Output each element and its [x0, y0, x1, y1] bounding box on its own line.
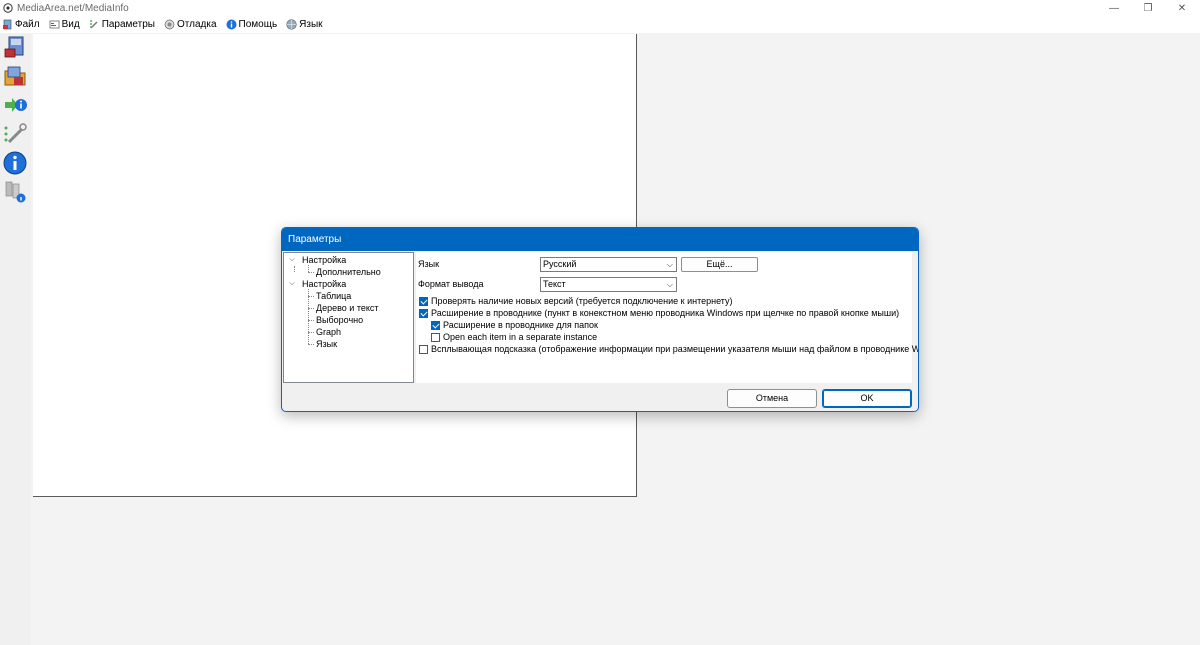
shell-extension-folders-checkbox[interactable]: Расширение в проводнике для папок — [431, 320, 598, 330]
menu-file-label: Файл — [15, 19, 40, 30]
menu-language-label: Язык — [299, 19, 323, 30]
checkbox-checked-icon — [431, 320, 440, 330]
tree-item-graph[interactable]: Graph — [316, 326, 341, 338]
cancel-button[interactable]: Отмена — [727, 389, 817, 408]
checkbox-label: Open each item in a separate instance — [443, 332, 598, 342]
tooltip-checkbox[interactable]: Всплывающая подсказка (отображение инфор… — [419, 344, 919, 354]
menu-help[interactable]: Помощь — [226, 19, 278, 30]
menu-help-label: Помощь — [238, 19, 278, 30]
checkbox-label: Расширение в проводнике для папок — [443, 320, 598, 330]
checkbox-unchecked-icon — [419, 344, 428, 354]
check-updates-checkbox[interactable]: Проверять наличие новых версий (требуетс… — [419, 296, 733, 306]
preferences-icon[interactable] — [3, 122, 27, 146]
menu-options[interactable]: Параметры — [89, 19, 155, 30]
language-select-value: Русский — [543, 259, 577, 269]
tree-item-language[interactable]: Язык — [316, 338, 337, 350]
chevron-down-icon: ⌵ — [666, 280, 673, 289]
tree-connector — [308, 308, 314, 309]
tree-connector — [308, 320, 314, 321]
open-folder-icon[interactable] — [3, 64, 27, 88]
language-select[interactable]: Русский ⌵ — [540, 257, 677, 272]
file-icon — [3, 19, 12, 30]
tree-connector — [308, 296, 314, 297]
tree-collapse-icon[interactable]: ⌵ — [288, 280, 296, 288]
open-file-icon[interactable] — [3, 35, 27, 59]
menu-bar: Файл Вид Параметры Отладка Помощь Язык — [0, 16, 1200, 33]
tree-connector — [308, 344, 314, 345]
menu-view-label: Вид — [61, 19, 80, 30]
output-format-select-value: Текст — [543, 279, 566, 289]
more-languages-button[interactable]: Ещё... — [681, 257, 758, 272]
menu-language[interactable]: Язык — [286, 19, 323, 30]
help-icon — [226, 19, 237, 30]
minimize-button[interactable]: — — [1098, 0, 1130, 16]
options-icon — [89, 20, 98, 29]
title-bar: MediaArea.net/MediaInfo — ❐ ✕ — [0, 0, 1200, 16]
tree-collapse-icon[interactable]: ⌵ — [288, 256, 296, 264]
menu-file[interactable]: Файл — [2, 19, 40, 30]
tree-item-table[interactable]: Таблица — [316, 290, 351, 302]
checkbox-unchecked-icon — [431, 332, 440, 342]
settings-panel: Язык Русский ⌵ Ещё... Формат вывода Текс… — [416, 252, 918, 383]
checkbox-label: Проверять наличие новых версий (требуетс… — [431, 296, 733, 306]
tree-connector — [308, 289, 309, 344]
checkbox-checked-icon — [419, 296, 428, 306]
tree-connector — [308, 332, 314, 333]
close-button[interactable]: ✕ — [1166, 0, 1198, 16]
checkbox-label: Расширение в проводнике (пункт в конекст… — [431, 308, 900, 318]
dialog-title: Параметры — [282, 228, 918, 251]
shell-extension-checkbox[interactable]: Расширение в проводнике (пункт в конекст… — [419, 308, 899, 318]
tree-connector — [308, 265, 309, 272]
ok-button[interactable]: OK — [822, 389, 912, 408]
menu-view[interactable]: Вид — [49, 19, 80, 30]
export-icon[interactable] — [3, 93, 27, 117]
language-icon — [286, 19, 297, 30]
checkbox-checked-icon — [419, 308, 428, 318]
separate-instance-checkbox[interactable]: Open each item in a separate instance — [431, 332, 597, 342]
menu-debug[interactable]: Отладка — [164, 19, 217, 30]
view-icon — [49, 20, 59, 29]
tree-connector — [294, 266, 295, 272]
menu-options-label: Параметры — [101, 19, 155, 30]
knowledge-base-icon[interactable] — [3, 180, 27, 204]
checkbox-label: Всплывающая подсказка (отображение инфор… — [431, 344, 919, 354]
about-icon[interactable] — [3, 151, 27, 175]
tree-item-custom[interactable]: Выборочно — [316, 314, 363, 326]
settings-tree: ⌵ Настройка Дополнительно ⌵ Настройка Та… — [283, 252, 414, 383]
output-format-select[interactable]: Текст ⌵ — [540, 277, 677, 292]
tree-connector — [308, 272, 314, 273]
options-dialog: Параметры ⌵ Настройка Дополнительно ⌵ На… — [281, 227, 919, 412]
chevron-down-icon: ⌵ — [666, 260, 673, 269]
maximize-button[interactable]: ❐ — [1132, 0, 1164, 16]
window-title: MediaArea.net/MediaInfo — [17, 3, 129, 14]
debug-icon — [164, 19, 175, 30]
output-format-label: Формат вывода — [418, 279, 484, 289]
menu-debug-label: Отладка — [177, 19, 217, 30]
tree-item-advanced[interactable]: Дополнительно — [316, 266, 381, 278]
left-toolbar — [0, 33, 31, 645]
language-label: Язык — [418, 259, 440, 269]
tree-item-tree-and-text[interactable]: Дерево и текст — [316, 302, 379, 314]
mediainfo-app-icon — [3, 3, 13, 13]
